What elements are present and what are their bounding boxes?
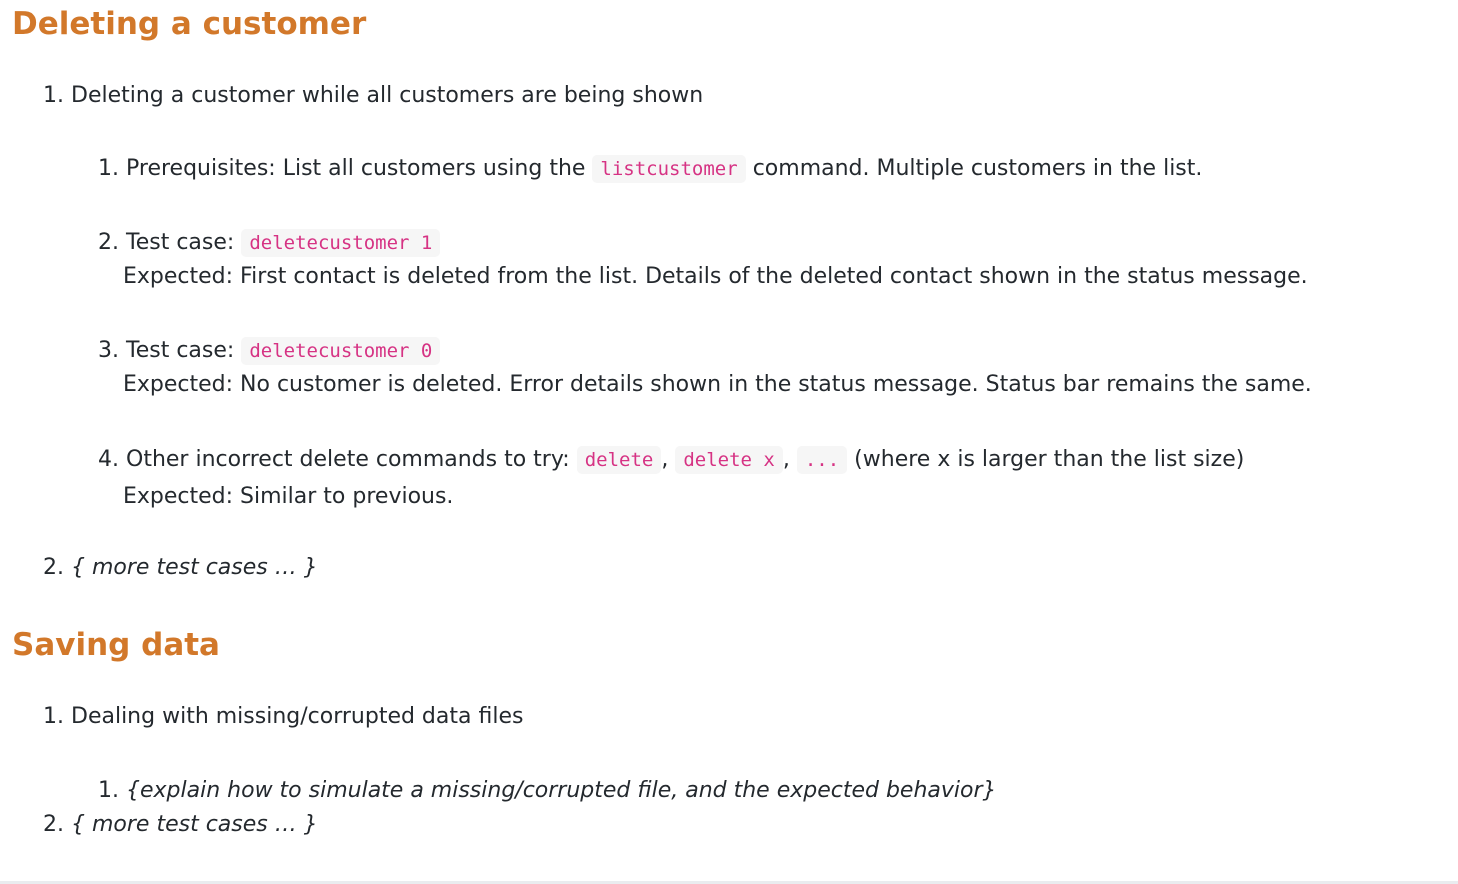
list-number: 1. — [43, 704, 64, 729]
step-expected-0: Expected: No customer is deleted. Error … — [123, 372, 1312, 397]
separator: , — [782, 447, 790, 472]
list-item-text: Dealing with missing/corrupted data file… — [71, 704, 524, 729]
step-number: 1. — [98, 156, 119, 181]
list-number: 2. — [43, 555, 64, 580]
separator: , — [661, 447, 669, 472]
list-item-more-test-cases: 2. { more test cases … } — [43, 553, 318, 583]
step-number: 1. — [98, 778, 119, 803]
list-number: 2. — [43, 812, 64, 837]
step-expected-1: Expected: First contact is deleted from … — [123, 264, 1308, 289]
step-prefix: Test case: — [126, 230, 235, 255]
code-ellipsis: ... — [796, 446, 848, 474]
step-prerequisites: 1. Prerequisites: List all customers usi… — [98, 154, 1202, 184]
step-text: {explain how to simulate a missing/corru… — [126, 778, 997, 803]
step-prefix: Test case: — [126, 338, 235, 363]
heading-saving-data: Saving data — [12, 627, 220, 663]
step-expected-similar: Expected: Similar to previous. — [123, 484, 454, 509]
list-item-missing-corrupted: 1. Dealing with missing/corrupted data f… — [43, 702, 523, 732]
step-prefix: Other incorrect delete commands to try: — [126, 447, 570, 472]
document-page: Deleting a customer 1. Deleting a custom… — [0, 0, 1458, 884]
list-item-text: { more test cases … } — [71, 555, 318, 580]
heading-deleting-a-customer: Deleting a customer — [12, 6, 367, 42]
list-item-text: { more test cases … } — [71, 812, 318, 837]
code-delete-x: delete x — [675, 446, 783, 474]
list-item-text: Deleting a customer while all customers … — [71, 83, 704, 108]
step-test-case-0: 3. Test case: deletecustomer 0 — [98, 336, 441, 366]
code-deletecustomer-1: deletecustomer 1 — [241, 229, 441, 257]
step-suffix: (where x is larger than the list size) — [854, 447, 1245, 472]
step-prefix: Prerequisites: List all customers using … — [126, 156, 586, 181]
step-number: 4. — [98, 447, 119, 472]
step-number: 2. — [98, 230, 119, 255]
step-number: 3. — [98, 338, 119, 363]
step-test-case-1: 2. Test case: deletecustomer 1 — [98, 228, 441, 258]
step-suffix: command. Multiple customers in the list. — [752, 156, 1203, 181]
code-delete: delete — [576, 446, 662, 474]
list-item-deleting-all-shown: 1. Deleting a customer while all custome… — [43, 81, 703, 111]
code-deletecustomer-0: deletecustomer 0 — [241, 337, 441, 365]
code-listcustomer: listcustomer — [592, 155, 746, 183]
list-number: 1. — [43, 83, 64, 108]
step-explain-simulate: 1. {explain how to simulate a missing/co… — [98, 776, 997, 806]
step-other-incorrect: 4. Other incorrect delete commands to tr… — [98, 445, 1244, 475]
list-item-more-test-cases: 2. { more test cases … } — [43, 810, 318, 840]
